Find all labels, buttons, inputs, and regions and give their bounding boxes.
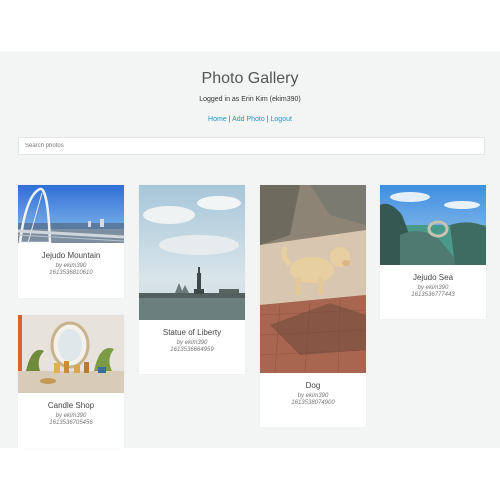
photo-timestamp: 1613536810610 [49, 270, 93, 276]
photo-author: by ekim390 [176, 340, 208, 346]
photo-card[interactable]: Jejudo Mountain by ekim390 1613536810610 [18, 185, 124, 298]
photo-timestamp: 1613536777443 [411, 292, 455, 298]
search-input[interactable] [18, 137, 485, 155]
photo-card[interactable]: Jejudo Sea by ekim390 1613536777443 [380, 185, 486, 319]
photo-caption: Statue of Liberty by ekim390 16135366649… [139, 320, 245, 353]
photo-timestamp: 1613538074900 [291, 400, 335, 406]
photo-card[interactable]: Statue of Liberty by ekim390 16135366649… [139, 185, 245, 374]
add-photo-link[interactable]: Add Photo [232, 116, 265, 123]
photo-card[interactable]: Candle Shop by ekim390 1613536705456 [18, 315, 124, 448]
nav-links: Home | Add Photo | Logout [0, 116, 500, 123]
nav-separator: | [266, 116, 269, 123]
photo-thumbnail[interactable] [139, 185, 245, 320]
photo-timestamp: 1613536705456 [49, 420, 93, 426]
photo-thumbnail[interactable] [18, 315, 124, 393]
photo-author: by ekim390 [297, 393, 329, 399]
photo-caption: Jejudo Sea by ekim390 1613536777443 [380, 265, 486, 298]
photo-thumbnail[interactable] [18, 185, 124, 243]
photo-title: Jejudo Sea [412, 273, 454, 282]
photo-author: by ekim390 [55, 263, 87, 269]
photo-thumbnail[interactable] [260, 185, 366, 373]
nav-separator: | [228, 116, 231, 123]
page-title: Photo Gallery [201, 69, 299, 87]
photo-author: by ekim390 [55, 413, 87, 419]
photo-title: Statue of Liberty [162, 328, 222, 337]
photo-title: Candle Shop [47, 401, 95, 410]
photo-timestamp: 1613536664959 [170, 347, 214, 353]
photo-caption: Jejudo Mountain by ekim390 1613536810610 [18, 243, 124, 276]
photo-thumbnail[interactable] [380, 185, 486, 265]
logout-link[interactable]: Logout [271, 116, 292, 123]
home-link[interactable]: Home [208, 116, 227, 123]
photo-caption: Dog by ekim390 1613538074900 [260, 373, 366, 406]
photo-caption: Candle Shop by ekim390 1613536705456 [18, 393, 124, 426]
logged-in-status: Logged in as Erin Kim (ekim390) [199, 96, 301, 103]
photo-card[interactable]: Dog by ekim390 1613538074900 [260, 185, 366, 427]
photo-title: Dog [305, 381, 321, 390]
photo-title: Jejudo Mountain [41, 251, 101, 260]
photo-author: by ekim390 [417, 285, 449, 291]
